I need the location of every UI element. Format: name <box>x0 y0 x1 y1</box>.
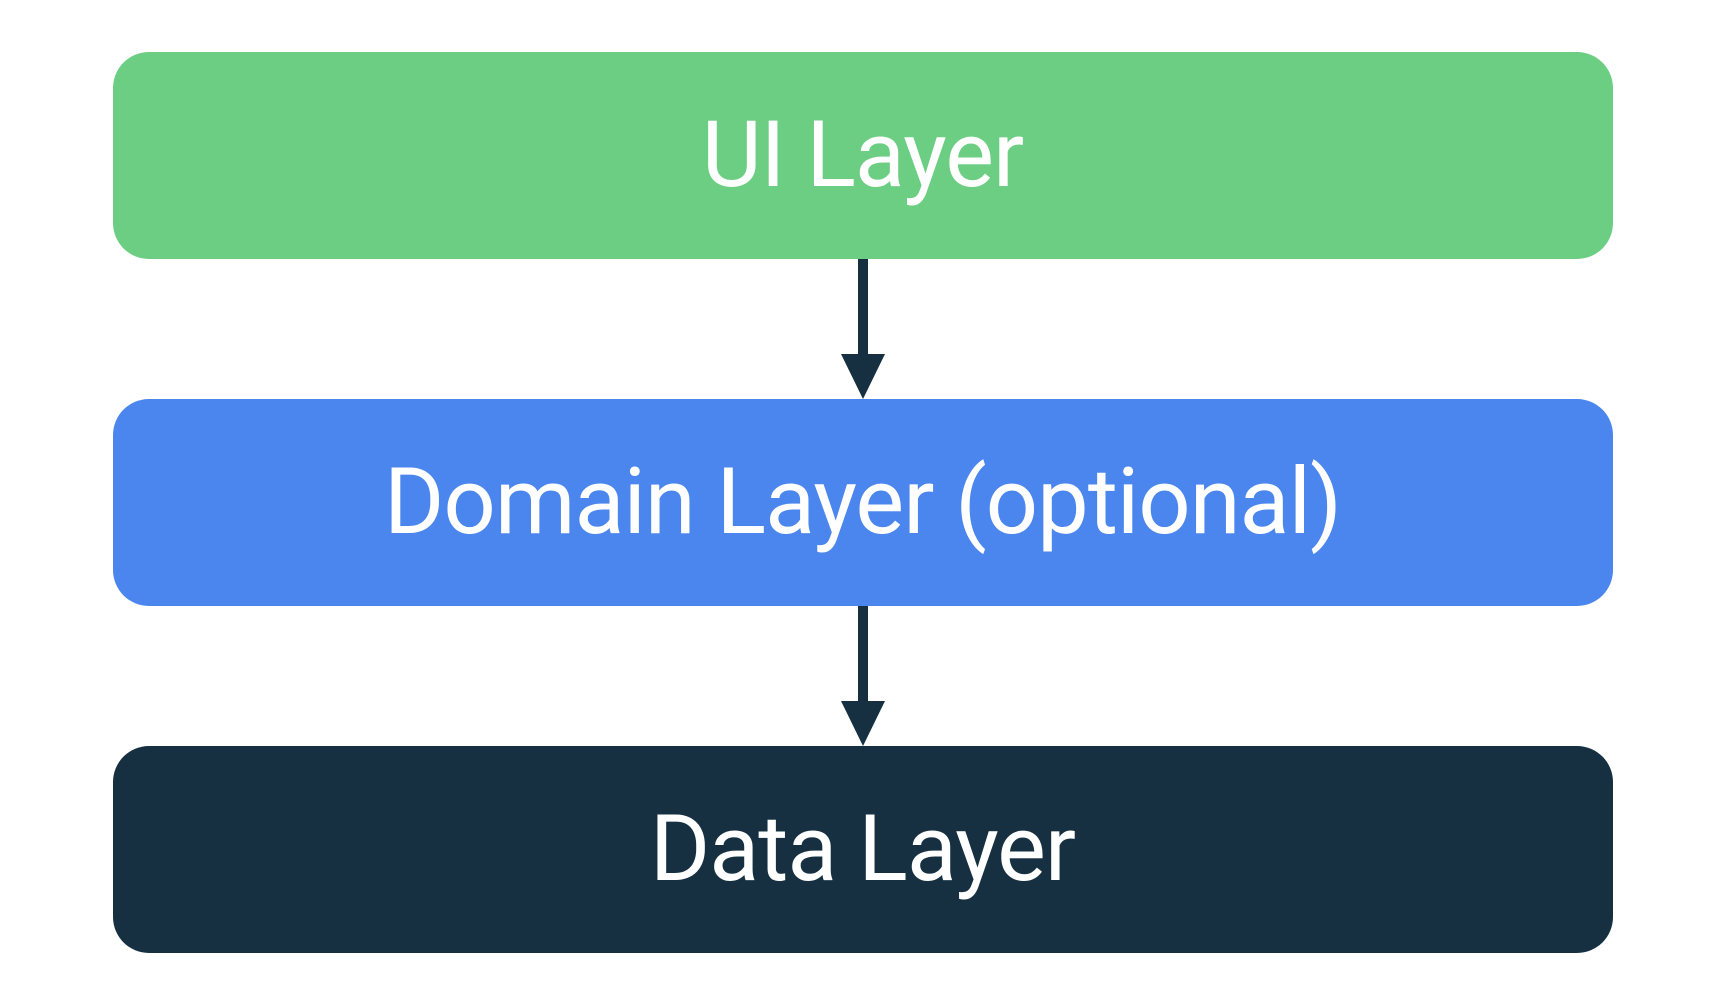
ui-layer-box: UI Layer <box>113 52 1613 259</box>
ui-layer-label: UI Layer <box>702 102 1023 209</box>
domain-layer-label: Domain Layer (optional) <box>384 449 1341 556</box>
arrow-down-icon <box>833 259 893 399</box>
architecture-diagram: UI Layer Domain Layer (optional) Data La… <box>113 52 1613 953</box>
arrow-down-icon <box>833 606 893 746</box>
domain-layer-box: Domain Layer (optional) <box>113 399 1613 606</box>
data-layer-box: Data Layer <box>113 746 1613 953</box>
data-layer-label: Data Layer <box>650 796 1075 903</box>
